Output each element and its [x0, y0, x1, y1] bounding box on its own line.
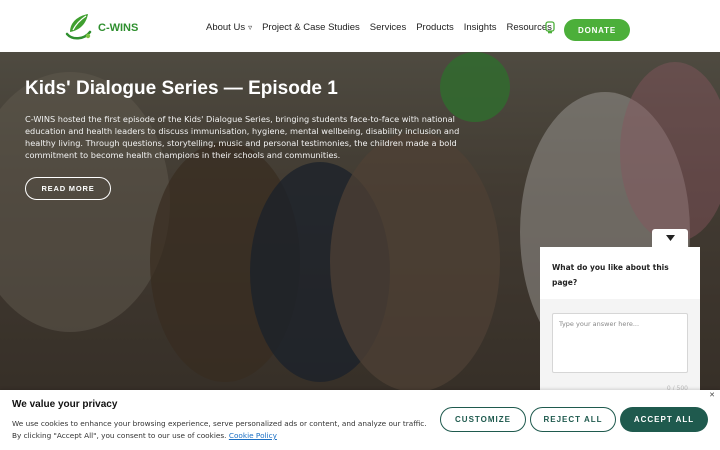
nav-about-us-label: About Us [206, 22, 246, 33]
nav-about-us[interactable]: About Us ▿ [206, 22, 252, 33]
customize-button[interactable]: CUSTOMIZE [440, 407, 526, 432]
logo-text: C-WINS [98, 22, 139, 34]
logo[interactable]: C-WINS [64, 10, 138, 42]
cookie-text: We use cookies to enhance your browsing … [12, 418, 432, 442]
nav-insights[interactable]: Insights [464, 22, 497, 33]
cookie-banner: ✕ We value your privacy We use cookies t… [0, 390, 720, 450]
site-header: C-WINS About Us ▿ Project & Case Studies… [0, 0, 720, 52]
accept-all-button[interactable]: ACCEPT ALL [620, 407, 708, 432]
nav-services[interactable]: Services [370, 22, 406, 33]
feedback-question: What do you like about this page? [552, 263, 669, 287]
nav-projects[interactable]: Project & Case Studies [262, 22, 360, 33]
cookie-title: We value your privacy [12, 399, 118, 410]
close-icon[interactable]: ✕ [709, 391, 715, 399]
read-more-button[interactable]: READ MORE [25, 177, 111, 200]
feedback-panel: What do you like about this page? Type y… [540, 247, 700, 397]
cookie-policy-link[interactable]: Cookie Policy [229, 431, 277, 440]
chevron-down-icon: ▿ [248, 23, 253, 32]
hero-title: Kids' Dialogue Series — Episode 1 [25, 78, 338, 99]
nav-products[interactable]: Products [416, 22, 454, 33]
feedback-toggle[interactable] [652, 229, 688, 247]
feedback-question-box: What do you like about this page? [540, 247, 700, 299]
caret-down-icon [665, 235, 675, 241]
feedback-answer-input[interactable]: Type your answer here... [552, 313, 688, 373]
reject-all-button[interactable]: REJECT ALL [530, 407, 616, 432]
lightbulb-icon[interactable] [545, 21, 555, 34]
logo-leaf-icon [65, 14, 92, 40]
donate-button[interactable]: DONATE [564, 19, 630, 41]
hero-description: C-WINS hosted the first episode of the K… [25, 114, 460, 160]
main-nav: About Us ▿ Project & Case Studies Servic… [206, 22, 562, 33]
cookie-message: We use cookies to enhance your browsing … [12, 419, 427, 440]
